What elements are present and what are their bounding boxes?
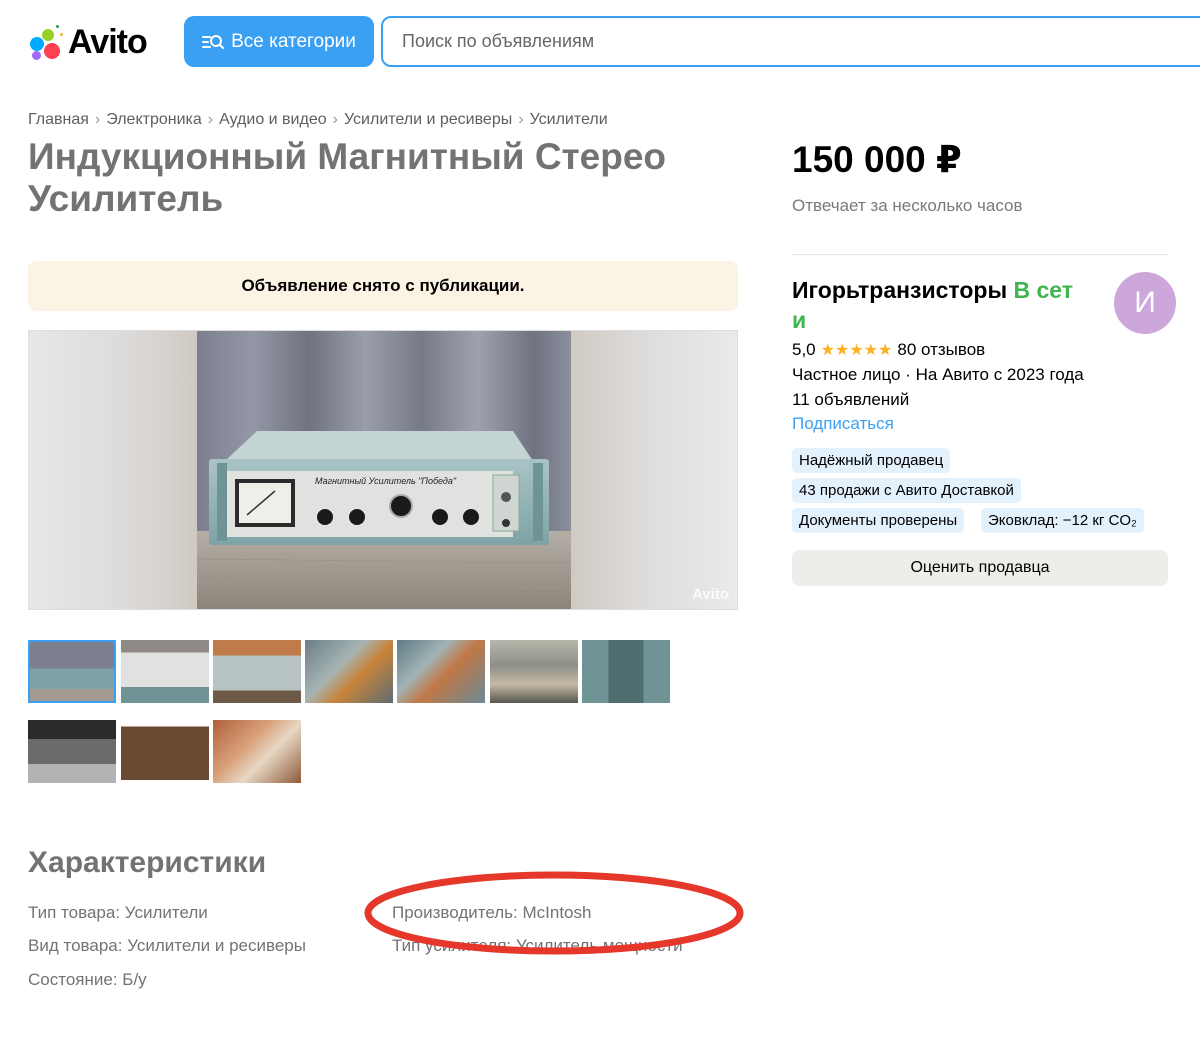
characteristics-title: Характеристики xyxy=(28,846,267,879)
page-title: Индукционный Магнитный Стерео Усилитель xyxy=(28,136,667,219)
price: 150 000 ₽ xyxy=(792,139,962,180)
avito-logo[interactable]: Avito xyxy=(28,22,168,62)
seller-name-text: Игорьтранзисторы xyxy=(792,277,1008,303)
thumbnail[interactable] xyxy=(490,640,578,703)
breadcrumb-item[interactable]: Усилители xyxy=(530,111,608,129)
main-photo[interactable]: Магнитный Усилитель "Победа" Avito xyxy=(28,330,738,610)
star-rating-icon: ★★★★★ xyxy=(820,342,893,359)
seller-badge: Документы проверены xyxy=(792,508,965,533)
search-placeholder: Поиск по объявлениям xyxy=(402,31,595,51)
chevron-right-icon: › xyxy=(332,111,338,128)
seller-rating: 5,0 ★★★★★ 80 отзывов xyxy=(792,340,985,360)
reviews-link[interactable]: 80 отзывов xyxy=(897,340,985,360)
thumbnail[interactable] xyxy=(582,640,670,703)
rate-seller-button[interactable]: Оценить продавца xyxy=(792,550,1168,586)
status-banner: Объявление снято с публикации. xyxy=(28,261,738,311)
categories-search-icon xyxy=(202,34,225,49)
characteristic-item: Состояние: Б/у xyxy=(28,970,147,989)
characteristic-key: Тип усилителя xyxy=(392,936,507,955)
subscribe-link[interactable]: Подписаться xyxy=(792,414,894,434)
characteristic-value: Усилитель мощности xyxy=(515,936,683,955)
thumbnail[interactable] xyxy=(28,720,116,783)
search-input[interactable]: Поиск по объявлениям xyxy=(381,16,1200,67)
characteristic-value: Б/у xyxy=(122,970,147,989)
seller-badge: Надёжный продавец xyxy=(792,448,951,473)
status-banner-text: Объявление снято с публикации. xyxy=(241,276,525,295)
characteristic-item: Тип усилителя: Усилитель мощности xyxy=(392,936,683,955)
breadcrumb-item[interactable]: Усилители и ресиверы xyxy=(344,111,512,129)
avatar[interactable]: И xyxy=(1114,272,1176,334)
photo-blur-left xyxy=(29,331,197,609)
characteristic-value: McIntosh xyxy=(522,903,592,922)
characteristic-key: Состояние xyxy=(28,970,113,989)
breadcrumb-item[interactable]: Электроника xyxy=(106,111,202,129)
characteristic-item: Вид товара: Усилители и ресиверы xyxy=(28,936,306,955)
characteristic-value: Усилители xyxy=(124,903,208,922)
categories-label: Все категории xyxy=(231,30,356,52)
characteristic-item: Тип товара: Усилители xyxy=(28,903,208,922)
thumbnail[interactable] xyxy=(121,720,209,783)
all-categories-button[interactable]: Все категории xyxy=(184,16,374,67)
characteristic-key: Тип товара xyxy=(28,903,116,922)
thumbnail[interactable] xyxy=(121,640,209,703)
breadcrumb-item[interactable]: Главная xyxy=(28,111,89,129)
thumbnail[interactable] xyxy=(213,720,301,783)
online-status-tail: и xyxy=(792,307,807,333)
amplifier-photo: Магнитный Усилитель "Победа" xyxy=(197,331,571,609)
photo-blur-right xyxy=(569,331,737,609)
characteristic-key: Вид товара xyxy=(28,936,118,955)
breadcrumb: Главная › Электроника › Аудио и видео › … xyxy=(28,111,608,129)
thumbnail[interactable] xyxy=(213,640,301,703)
divider xyxy=(792,254,1168,255)
logo-dots-icon xyxy=(28,23,66,61)
thumbnail[interactable] xyxy=(305,640,393,703)
seller-badge: 43 продажи с Авито Доставкой xyxy=(792,478,1021,503)
breadcrumb-item[interactable]: Аудио и видео xyxy=(219,111,327,129)
photo-watermark: Avito xyxy=(692,586,729,603)
seller-type: Частное лицо · На Авито с 2023 года xyxy=(792,365,1084,384)
chevron-right-icon: › xyxy=(207,111,214,128)
thumbnail[interactable] xyxy=(28,640,116,703)
characteristic-value: Усилители и ресиверы xyxy=(127,936,306,955)
photo-panel-text: Магнитный Усилитель "Победа" xyxy=(315,476,457,486)
chevron-right-icon: › xyxy=(518,111,524,128)
characteristic-key: Производитель xyxy=(392,903,514,922)
characteristic-item: Производитель: McIntosh xyxy=(392,903,592,922)
chevron-right-icon: › xyxy=(94,111,101,128)
logo-text: Avito xyxy=(68,23,148,61)
thumbnail[interactable] xyxy=(397,640,485,703)
response-time: Отвечает за несколько часов xyxy=(792,196,1023,215)
seller-badge: Эковклад: −12 кг CO₂ xyxy=(981,508,1144,533)
online-status: В сет xyxy=(1013,277,1074,303)
rating-value: 5,0 xyxy=(792,340,816,359)
seller-name[interactable]: Игорьтранзисторы В сет и xyxy=(792,275,1102,335)
seller-ads-count[interactable]: 11 объявлений xyxy=(792,390,909,410)
